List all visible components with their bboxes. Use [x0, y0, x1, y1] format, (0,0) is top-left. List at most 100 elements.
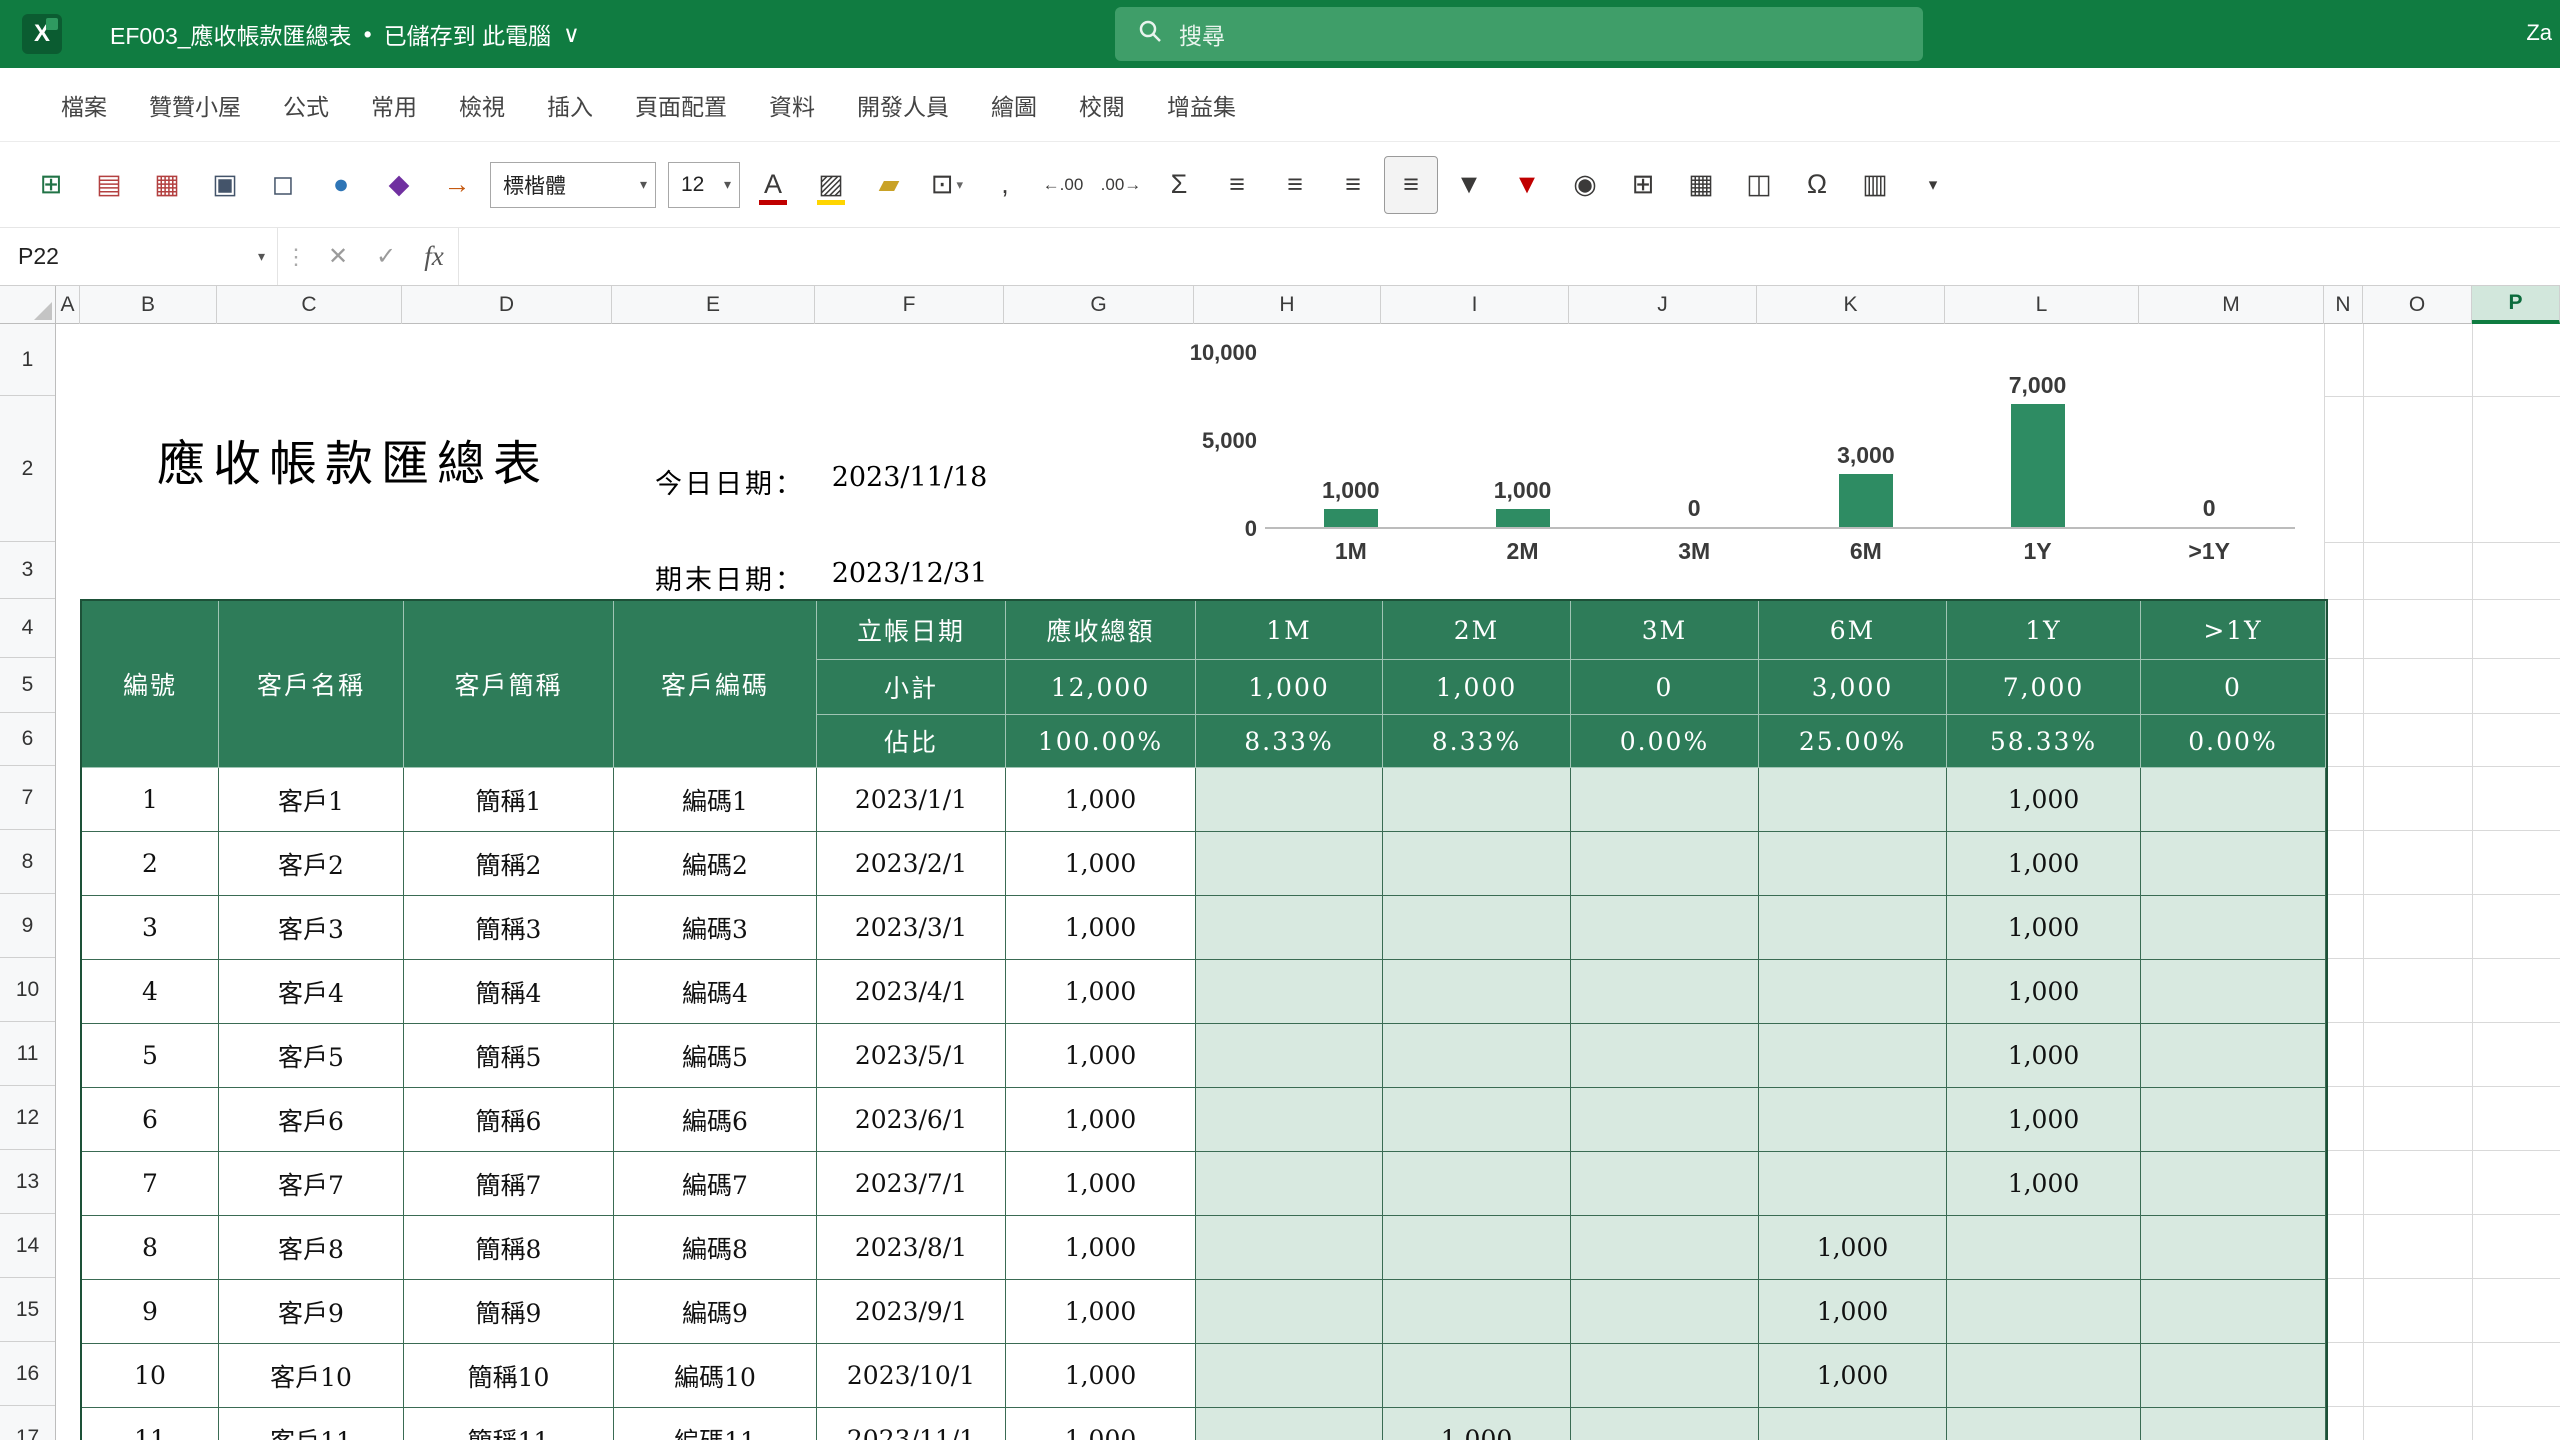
subtotal-cell[interactable]: 1,000	[1383, 660, 1571, 715]
delete-cells-icon[interactable]: ▦	[140, 156, 194, 214]
column-header-J[interactable]: J	[1569, 286, 1757, 324]
format-as-table-icon[interactable]: ▦	[1674, 156, 1728, 214]
table-cell[interactable]: 1,000	[1006, 960, 1196, 1024]
row-header-10[interactable]: 10	[0, 958, 55, 1022]
merge-cells-icon[interactable]: ◫	[1732, 156, 1786, 214]
merge-center-icon[interactable]: ≡	[1384, 156, 1438, 214]
table-cell[interactable]	[2141, 832, 2326, 896]
table-cell[interactable]	[1196, 832, 1383, 896]
table-cell[interactable]	[1383, 1088, 1571, 1152]
toolbar-overflow-icon[interactable]: ▾	[1906, 156, 1960, 214]
table-cell[interactable]: 1,000	[1006, 1216, 1196, 1280]
format-painter-icon[interactable]: ▰	[862, 156, 916, 214]
row-header-4[interactable]: 4	[0, 599, 55, 658]
spreadsheet-grid[interactable]: ABCDEFGHIJKLMNOP 12345678910111213141516…	[0, 286, 2560, 1440]
ribbon-tab-add-ins[interactable]: 增益集	[1146, 68, 1257, 141]
table-cell[interactable]	[1571, 1024, 1759, 1088]
table-cell[interactable]	[1947, 1408, 2141, 1440]
table-cell[interactable]: 1,000	[1947, 1024, 2141, 1088]
table-cell[interactable]	[2141, 768, 2326, 832]
select-all-button[interactable]	[0, 286, 56, 324]
table-cell[interactable]: 客戶9	[219, 1280, 404, 1344]
table-cell[interactable]: 編碼4	[614, 960, 817, 1024]
ribbon-tab-page-layout[interactable]: 頁面配置	[614, 68, 748, 141]
end-date-label[interactable]: 期末日期：	[535, 558, 805, 597]
header-cell[interactable]: 編號	[82, 601, 219, 768]
table-cell[interactable]: 4	[82, 960, 219, 1024]
increase-decimal-icon[interactable]: ←.00	[1036, 156, 1090, 214]
table-cell[interactable]	[2141, 1024, 2326, 1088]
ribbon-tab-draw[interactable]: 繪圖	[970, 68, 1058, 141]
header-cell[interactable]: 1Y	[1947, 601, 2141, 660]
ribbon-tab-file[interactable]: 檔案	[40, 68, 128, 141]
table-cell[interactable]: 5	[82, 1024, 219, 1088]
percent-cell[interactable]: 8.33%	[1383, 715, 1571, 768]
table-cell[interactable]	[2141, 896, 2326, 960]
table-cell[interactable]	[1571, 1280, 1759, 1344]
insert-picture-icon[interactable]: ▣	[198, 156, 252, 214]
font-size-select[interactable]: 12 ▾	[668, 162, 740, 208]
percent-cell[interactable]: 0.00%	[2141, 715, 2326, 768]
cancel-icon[interactable]: ✕	[314, 242, 362, 271]
ribbon-tab-home[interactable]: 常用	[350, 68, 438, 141]
table-cell[interactable]: 7	[82, 1152, 219, 1216]
table-cell[interactable]: 1,000	[1006, 768, 1196, 832]
table-cell[interactable]: 編碼7	[614, 1152, 817, 1216]
ribbon-tab-view[interactable]: 檢視	[438, 68, 526, 141]
table-cell[interactable]	[1383, 1152, 1571, 1216]
table-cell[interactable]: 6	[82, 1088, 219, 1152]
table-cell[interactable]	[2141, 1152, 2326, 1216]
table-cell[interactable]: 客戶4	[219, 960, 404, 1024]
table-cell[interactable]	[1947, 1344, 2141, 1408]
document-title[interactable]: EF003_應收帳款匯總表 • 已儲存到 此電腦 ∨	[110, 0, 580, 68]
enter-icon[interactable]: ✓	[362, 242, 410, 271]
table-cell[interactable]: 簡稱4	[404, 960, 614, 1024]
table-cell[interactable]	[1196, 960, 1383, 1024]
insert-cells-icon[interactable]: ▤	[82, 156, 136, 214]
table-cell[interactable]	[1571, 960, 1759, 1024]
table-cell[interactable]: 2023/9/1	[817, 1280, 1006, 1344]
table-cell[interactable]: 客戶3	[219, 896, 404, 960]
align-right-icon[interactable]: ≡	[1326, 156, 1380, 214]
table-cell[interactable]: 簡稱6	[404, 1088, 614, 1152]
table-cell[interactable]: 1,000	[1947, 1088, 2141, 1152]
table-cell[interactable]	[2141, 1280, 2326, 1344]
row-header-7[interactable]: 7	[0, 766, 55, 830]
ribbon-tab-review[interactable]: 校閱	[1058, 68, 1146, 141]
header-cell[interactable]: 3M	[1571, 601, 1759, 660]
table-cell[interactable]: 2	[82, 832, 219, 896]
header-cell[interactable]: 1M	[1196, 601, 1383, 660]
table-cell[interactable]: 編碼5	[614, 1024, 817, 1088]
table-cell[interactable]	[1196, 1216, 1383, 1280]
header-cell[interactable]: 2M	[1383, 601, 1571, 660]
table-cell[interactable]: 11	[82, 1408, 219, 1440]
table-cell[interactable]: 9	[82, 1280, 219, 1344]
table-cell[interactable]	[1571, 1344, 1759, 1408]
row-header-17[interactable]: 17	[0, 1406, 55, 1440]
column-header-L[interactable]: L	[1945, 286, 2139, 324]
table-cell[interactable]	[1571, 1408, 1759, 1440]
comma-style-icon[interactable]: ,	[978, 156, 1032, 214]
table-cell[interactable]: 1,000	[1759, 1344, 1947, 1408]
column-header-E[interactable]: E	[612, 286, 815, 324]
bar-2M[interactable]	[1496, 509, 1550, 527]
row-header-6[interactable]: 6	[0, 713, 55, 766]
table-cell[interactable]: 編碼10	[614, 1344, 817, 1408]
table-cell[interactable]	[1383, 832, 1571, 896]
column-header-G[interactable]: G	[1004, 286, 1194, 324]
user-badge[interactable]: Za	[2526, 20, 2552, 46]
table-cell[interactable]	[1571, 1216, 1759, 1280]
column-header-M[interactable]: M	[2139, 286, 2324, 324]
sheet-title[interactable]: 應收帳款匯總表	[157, 424, 549, 494]
column-header-D[interactable]: D	[402, 286, 612, 324]
column-header-B[interactable]: B	[80, 286, 217, 324]
name-box[interactable]: P22 ▾	[0, 228, 278, 285]
table-cell[interactable]	[1571, 768, 1759, 832]
table-cell[interactable]: 1,000	[1383, 1408, 1571, 1440]
table-cell[interactable]: 編碼9	[614, 1280, 817, 1344]
table-cell[interactable]: 1,000	[1947, 960, 2141, 1024]
ribbon-tab-data[interactable]: 資料	[748, 68, 836, 141]
header-cell[interactable]: 佔比	[817, 715, 1006, 768]
column-header-O[interactable]: O	[2363, 286, 2472, 324]
table-cell[interactable]	[1383, 896, 1571, 960]
